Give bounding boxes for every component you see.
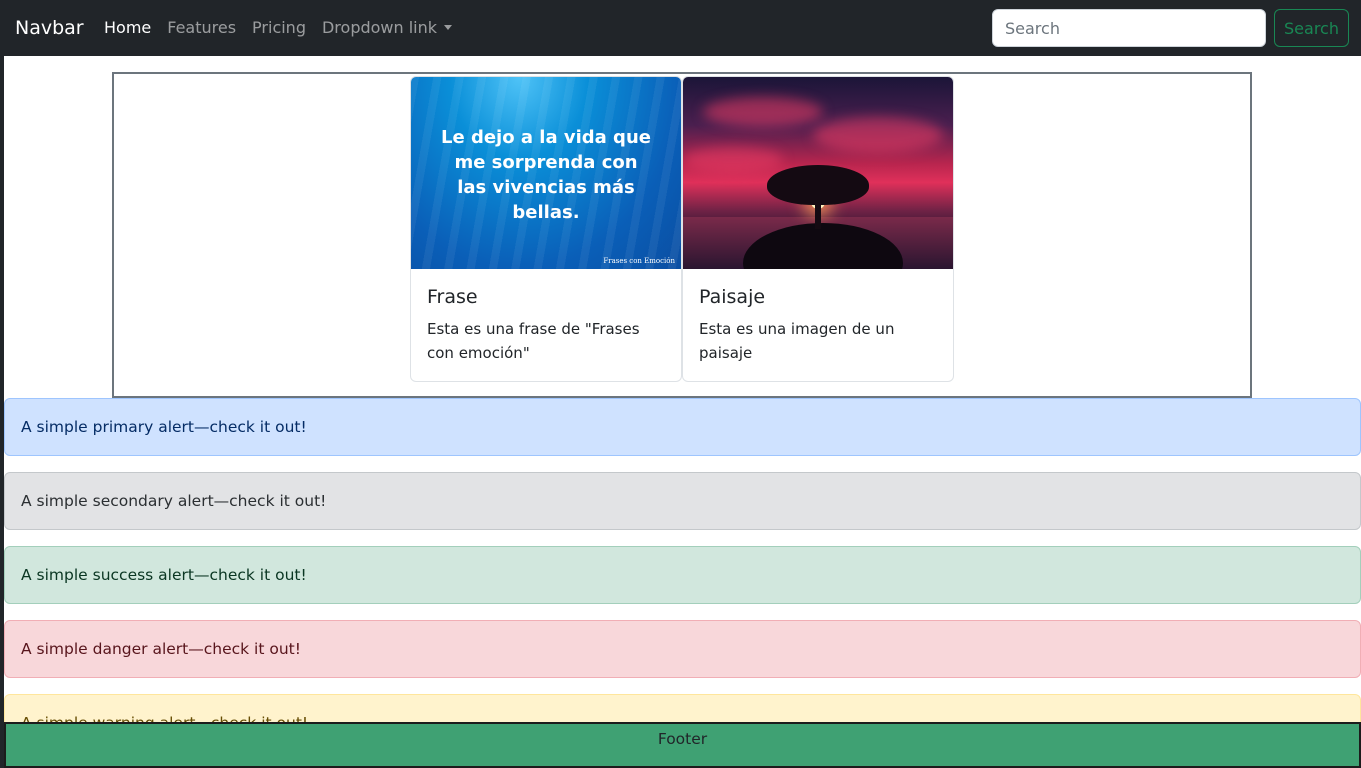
search-input[interactable] — [992, 9, 1266, 47]
nav-dropdown-link[interactable]: Dropdown link — [321, 17, 453, 39]
card-text: Esta es una frase de "Frases con emoción… — [427, 320, 640, 362]
nav-link-home[interactable]: Home — [104, 17, 151, 39]
dropdown-link-label: Dropdown link — [321, 18, 438, 37]
nav-links: Home Features Pricing Dropdown link — [104, 17, 468, 39]
card-title: Frase — [427, 286, 478, 308]
card-paisaje: Paisaje Esta es una imagen de un paisaje — [682, 76, 954, 382]
quote-image-text: Le dejo a la vida que me sorprenda con l… — [441, 127, 651, 223]
landscape-image — [683, 77, 953, 269]
cloud-shape — [703, 97, 823, 127]
card-container: Le dejo a la vida que me sorprenda con l… — [112, 72, 1252, 398]
alert-secondary: A simple secondary alert—check it out! — [4, 472, 1361, 530]
cloud-shape — [683, 147, 783, 173]
card-body: Paisaje Esta es una imagen de un paisaje — [683, 269, 953, 381]
alert-danger: A simple danger alert—check it out! — [4, 620, 1361, 678]
footer: Footer — [4, 722, 1361, 768]
card-text: Esta es una imagen de un paisaje — [699, 320, 895, 362]
cloud-shape — [813, 117, 943, 153]
nav-link-features[interactable]: Features — [167, 17, 236, 39]
quote-image: Le dejo a la vida que me sorprenda con l… — [411, 77, 681, 269]
card-frase: Le dejo a la vida que me sorprenda con l… — [410, 76, 682, 382]
alert-primary: A simple primary alert—check it out! — [4, 398, 1361, 456]
tree-crown-shape — [767, 165, 869, 205]
alert-success: A simple success alert—check it out! — [4, 546, 1361, 604]
navbar-brand[interactable]: Navbar — [15, 15, 84, 41]
navbar: Navbar Home Features Pricing Dropdown li… — [4, 0, 1361, 56]
page: Navbar Home Features Pricing Dropdown li… — [4, 0, 1361, 768]
search-button[interactable]: Search — [1274, 9, 1349, 47]
quote-image-watermark: Frases con Emoción — [603, 257, 675, 265]
card-title: Paisaje — [699, 286, 766, 308]
caret-down-icon — [444, 25, 453, 30]
card-body: Frase Esta es una frase de "Frases con e… — [411, 269, 681, 381]
nav-link-pricing[interactable]: Pricing — [252, 17, 306, 39]
